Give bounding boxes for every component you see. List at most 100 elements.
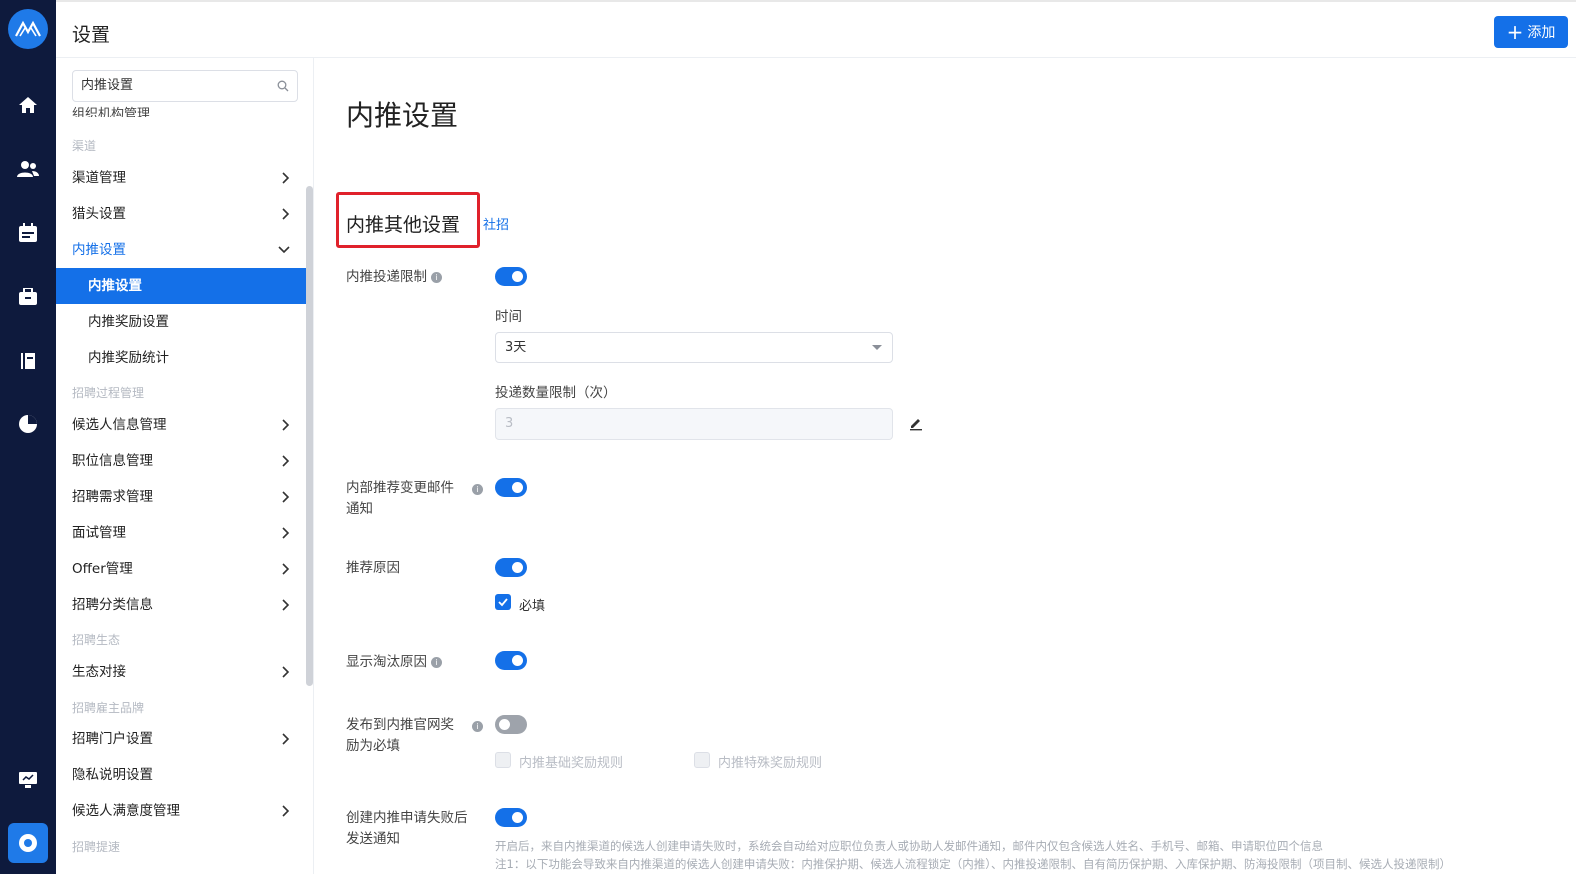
settings-sidebar: 组织机构管理 内推设置 渠道 渠道管理 猎头设置 内推设置 内推设置 内推奖励设… <box>56 58 314 874</box>
info-icon[interactable]: i <box>472 484 483 495</box>
chevron-right-icon <box>282 563 290 575</box>
fail-notify-toggle[interactable] <box>495 808 527 827</box>
eliminate-label: 显示淘汰原因 i <box>346 652 442 673</box>
book-icon[interactable] <box>16 349 40 373</box>
sidebar-item-label: Offer管理 <box>72 561 133 577</box>
required-label: 必填 <box>519 599 546 614</box>
sidebar-group-ecosystem: 招聘生态 <box>72 633 121 647</box>
sidebar-item-label: 渠道管理 <box>72 170 126 186</box>
add-button-label: 添加 <box>1527 25 1556 41</box>
sidebar-item-offer-mgmt[interactable]: Offer管理 <box>56 551 306 587</box>
sidebar-item-label: 猎头设置 <box>72 206 126 222</box>
sidebar-item-eco-connect[interactable]: 生态对接 <box>56 654 306 690</box>
app-logo-icon[interactable] <box>8 9 48 49</box>
sidebar-scrollbar[interactable] <box>306 186 313 686</box>
email-toggle[interactable] <box>495 478 527 497</box>
chevron-right-icon <box>282 208 290 220</box>
main-content: 内推设置 内推其他设置 社招 内推投递限制 i 时间 3天 投递数量限制（次） 3… <box>314 58 1576 874</box>
chevron-right-icon <box>282 419 290 431</box>
sidebar-item-label: 内推设置 <box>72 242 126 258</box>
info-icon[interactable]: i <box>431 271 442 283</box>
briefcase-icon[interactable] <box>16 285 40 309</box>
add-button[interactable]: + 添加 <box>1494 16 1568 48</box>
special-rule-checkbox[interactable] <box>694 752 710 768</box>
fail-notify-note-1: 开启后，来自内推渠道的候选人创建申请失败时，系统会自动给对应职位负责人或协助人发… <box>495 839 1323 853</box>
fail-notify-note-2: 注1：以下功能会导致来自内推渠道的候选人创建申请失败：内推保护期、候选人流程锁定… <box>495 857 1452 871</box>
chevron-right-icon <box>282 527 290 539</box>
eliminate-label-text: 显示淘汰原因 <box>346 654 427 670</box>
sidebar-item-channel-mgmt[interactable]: 渠道管理 <box>56 160 306 196</box>
chevron-right-icon <box>282 805 290 817</box>
sidebar-group-efficiency: 招聘提速 <box>72 840 121 854</box>
sidebar-subitem-referral-settings[interactable]: 内推设置 <box>56 268 306 304</box>
pie-chart-icon[interactable] <box>16 412 40 436</box>
count-label: 投递数量限制（次） <box>495 385 617 401</box>
chevron-right-icon <box>282 666 290 678</box>
plus-icon: + <box>1506 20 1524 44</box>
count-input[interactable]: 3 <box>495 408 893 440</box>
fail-label-line1: 创建内推申请失败后 <box>346 810 468 826</box>
sidebar-item-label: 面试管理 <box>72 525 126 541</box>
chevron-right-icon <box>282 455 290 467</box>
sidebar-item-label: 隐私说明设置 <box>72 767 153 783</box>
sidebar-item-headhunter[interactable]: 猎头设置 <box>56 196 306 232</box>
limit-toggle[interactable] <box>495 267 527 286</box>
sidebar-item-interview-mgmt[interactable]: 面试管理 <box>56 515 306 551</box>
chevron-down-icon <box>278 246 290 254</box>
special-rule-label: 内推特殊奖励规则 <box>718 756 823 771</box>
sidebar-group-process: 招聘过程管理 <box>72 386 145 400</box>
time-select[interactable]: 3天 <box>495 332 893 363</box>
sidebar-item-privacy[interactable]: 隐私说明设置 <box>56 757 306 793</box>
sidebar-item-label: 生态对接 <box>72 664 126 680</box>
chevron-right-icon <box>282 733 290 745</box>
search-icon <box>277 80 289 92</box>
sidebar-item-demand-mgmt[interactable]: 招聘需求管理 <box>56 479 306 515</box>
sidebar-item-portal-settings[interactable]: 招聘门户设置 <box>56 721 306 757</box>
fail-notify-label: 创建内推申请失败后 发送通知 <box>346 808 468 850</box>
publish-toggle[interactable] <box>495 715 527 734</box>
email-label: 内部推荐变更邮件 通知 <box>346 478 454 520</box>
chevron-right-icon <box>282 172 290 184</box>
sidebar-subitem-reward-stats[interactable]: 内推奖励统计 <box>56 340 306 376</box>
section-title: 内推其他设置 <box>346 214 461 236</box>
sidebar-item-satisfaction[interactable]: 候选人满意度管理 <box>56 793 306 829</box>
eliminate-toggle[interactable] <box>495 651 527 670</box>
users-icon[interactable] <box>16 157 40 181</box>
reason-label: 推荐原因 <box>346 560 400 576</box>
check-icon <box>498 598 508 607</box>
chevron-right-icon <box>282 599 290 611</box>
edit-pencil-icon[interactable] <box>908 415 924 431</box>
sidebar-item-referral[interactable]: 内推设置 <box>56 232 306 268</box>
sidebar-item-candidate-info[interactable]: 候选人信息管理 <box>56 407 306 443</box>
sidebar-item-org-partial[interactable]: 组织机构管理 <box>72 103 150 117</box>
sidebar-item-label: 候选人满意度管理 <box>72 803 180 819</box>
publish-label-line2: 励为必填 <box>346 738 400 754</box>
search-input-value: 内推设置 <box>81 78 134 93</box>
app-title: 设置 <box>72 24 111 46</box>
sidebar-subitem-reward-settings[interactable]: 内推奖励设置 <box>56 304 306 340</box>
email-label-line1: 内部推荐变更邮件 <box>346 480 454 496</box>
top-bar: 设置 + 添加 <box>56 0 1576 58</box>
sidebar-item-label: 招聘需求管理 <box>72 489 153 505</box>
sidebar-item-label: 职位信息管理 <box>72 453 153 469</box>
sidebar-item-position-info[interactable]: 职位信息管理 <box>56 443 306 479</box>
settings-icon[interactable] <box>8 823 48 863</box>
sidebar-item-category-info[interactable]: 招聘分类信息 <box>56 587 306 623</box>
email-label-line2: 通知 <box>346 501 373 517</box>
reason-toggle[interactable] <box>495 558 527 577</box>
monitor-icon[interactable] <box>16 768 40 792</box>
basic-rule-checkbox[interactable] <box>495 752 511 768</box>
calendar-icon[interactable] <box>16 221 40 245</box>
required-checkbox[interactable] <box>495 594 511 610</box>
publish-label-line1: 发布到内推官网奖 <box>346 717 454 733</box>
info-icon[interactable]: i <box>472 721 483 732</box>
search-input[interactable]: 内推设置 <box>72 70 298 102</box>
home-icon[interactable] <box>16 93 40 117</box>
limit-label: 内推投递限制 i <box>346 267 442 288</box>
info-icon[interactable]: i <box>431 656 442 668</box>
section-tag: 社招 <box>483 218 510 233</box>
basic-rule-label: 内推基础奖励规则 <box>519 756 624 771</box>
chevron-right-icon <box>282 491 290 503</box>
publish-label: 发布到内推官网奖 励为必填 <box>346 715 454 757</box>
time-select-value: 3天 <box>505 340 527 355</box>
